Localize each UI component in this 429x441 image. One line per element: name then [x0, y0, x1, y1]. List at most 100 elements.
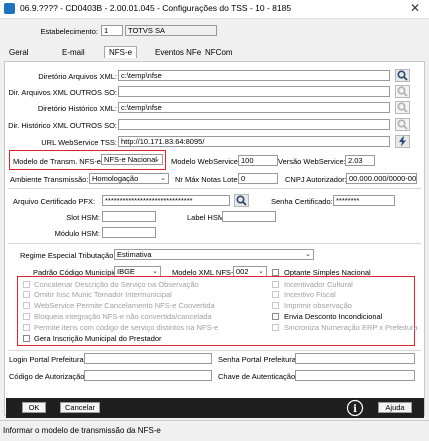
option-label: WebService Permite Cancelamento NFS-e Co… [34, 301, 215, 310]
versao-ws-label: Versão WebService: [278, 157, 346, 166]
senha-cert-label: Senha Certificado: [271, 197, 333, 206]
senha-portal-field[interactable] [295, 353, 415, 364]
pfx-label: Arquivo Certificado PFX: [13, 197, 96, 206]
option-checkbox[interactable] [23, 335, 30, 342]
regime-value: Estimativa [117, 250, 152, 259]
option-checkbox[interactable] [23, 302, 30, 309]
search-icon [395, 118, 410, 131]
padrao-value: IBGE [117, 267, 135, 276]
dir-hist-label: Diretório Histórico XML: [37, 104, 117, 113]
ambiente-label: Ambiente Transmissão: [10, 175, 89, 184]
tab-eventos-nfe[interactable]: Eventos NFe [155, 48, 201, 57]
search-icon[interactable] [395, 69, 410, 82]
chevron-down-icon: ⌄ [154, 156, 160, 163]
dir-xml-field[interactable]: c:\temp\nfse [118, 70, 390, 81]
regime-select[interactable]: Estimativa ⌄ [114, 249, 314, 260]
pfx-field[interactable]: ****************************** [102, 195, 230, 206]
senha-portal-label: Senha Portal Prefeitura: [218, 355, 299, 364]
tab-nfse[interactable]: NFS-e [104, 46, 138, 58]
dir-outros-label: Dir. Arquivos XML OUTROS SO: [8, 88, 118, 97]
svg-text:i: i [353, 404, 357, 415]
cod-aut-field[interactable] [84, 370, 212, 381]
senha-cert-field[interactable]: ******** [333, 195, 395, 206]
tab-nfcom[interactable]: NFCom [205, 48, 233, 57]
chave-aut-label: Chave de Autenticação: [218, 372, 298, 381]
chave-aut-field[interactable] [295, 370, 415, 381]
cancel-button[interactable]: Cancelar [60, 402, 100, 413]
option-label: Bloqueia integração NFS-e não convertida… [34, 312, 212, 321]
divider [8, 243, 421, 244]
divider [8, 350, 421, 351]
login-portal-field[interactable] [84, 353, 212, 364]
label-hsm-field[interactable] [222, 211, 276, 222]
estab-code-field[interactable]: 1 [101, 25, 123, 36]
option-checkbox[interactable] [272, 281, 279, 288]
modelo-ws-label: Modelo WebService: [171, 157, 241, 166]
option-checkbox[interactable] [272, 302, 279, 309]
versao-ws-field[interactable]: 2.03 [345, 155, 375, 166]
info-icon[interactable]: i [345, 399, 365, 417]
label-hsm-label: Label HSM: [187, 213, 227, 222]
option-label: Permite itens com código de serviço dist… [34, 323, 219, 332]
slot-hsm-label: Slot HSM: [66, 213, 100, 222]
estab-label: Estabelecimento: [40, 27, 98, 36]
close-icon[interactable]: ✕ [410, 1, 420, 15]
modelo-transm-label: Modelo de Transm. NFS-e: [13, 157, 104, 166]
tab-geral[interactable]: Geral [9, 48, 29, 57]
tab-bar: Geral E-mail NFS-e Eventos NFe NFCom [0, 46, 429, 62]
dir-hist-field[interactable]: c:\temp\nfse [118, 102, 390, 113]
option-label: Imprimir observação [284, 301, 352, 310]
ok-button[interactable]: OK [22, 402, 46, 413]
dir-xml-label: Diretório Arquivos XML: [38, 72, 117, 81]
chevron-down-icon: ⌄ [305, 251, 311, 258]
login-portal-label: Login Portal Prefeitura: [9, 355, 86, 364]
option-label: Sincroniza Numeração ERP x Prefeitura [284, 323, 418, 332]
option-checkbox[interactable] [23, 324, 30, 331]
modelo-transm-value: NFS-e Nacional [104, 155, 157, 164]
dir-hist-outros-field[interactable] [118, 119, 390, 130]
search-icon [395, 101, 410, 114]
modulo-hsm-label: Módulo HSM: [54, 229, 100, 238]
option-checkbox[interactable] [23, 281, 30, 288]
status-text: Informar o modelo de transmissão da NFS-… [3, 426, 161, 435]
cnpj-label: CNPJ Autorizador: [285, 175, 347, 184]
dir-outros-field[interactable] [118, 86, 390, 97]
help-button[interactable]: Ajuda [378, 402, 412, 413]
max-notas-label: Nr Máx Notas Lote: [175, 175, 240, 184]
tab-email[interactable]: E-mail [62, 48, 85, 57]
option-checkbox[interactable] [272, 313, 279, 320]
chevron-down-icon: ⌄ [160, 175, 166, 182]
option-label: Concatenar Descrição do Serviço na Obser… [34, 280, 199, 289]
modelo-transm-select[interactable]: NFS-e Nacional ⌄ [101, 154, 163, 165]
dir-hist-outros-label: Dir. Histórico XML OUTROS SO: [8, 121, 117, 130]
lightning-icon[interactable] [395, 135, 410, 148]
option-label: Envia Desconto Incondicional [284, 312, 383, 321]
divider [8, 188, 421, 189]
estab-name-field: TOTVS SA [125, 25, 217, 36]
cnpj-field[interactable]: 00.000.000/0000-00 [346, 173, 417, 184]
option-label: Incentivo Fiscal [284, 290, 336, 299]
max-notas-field[interactable]: 0 [238, 173, 278, 184]
app-icon [4, 3, 15, 14]
modulo-hsm-field[interactable] [102, 227, 156, 238]
url-ws-label: URL WebService TSS: [41, 138, 117, 147]
option-checkbox[interactable] [272, 291, 279, 298]
regime-label: Regime Especial Tributação: [20, 251, 116, 260]
option-checkbox[interactable] [272, 324, 279, 331]
ambiente-select[interactable]: Homologação ⌄ [89, 173, 169, 184]
optante-checkbox[interactable] [272, 269, 279, 276]
option-checkbox[interactable] [23, 313, 30, 320]
option-checkbox[interactable] [23, 291, 30, 298]
search-icon[interactable] [234, 194, 249, 207]
ambiente-value: Homologação [92, 174, 139, 183]
slot-hsm-field[interactable] [102, 211, 156, 222]
status-bar: Informar o modelo de transmissão da NFS-… [0, 420, 429, 441]
modelo-ws-field[interactable]: 100 [238, 155, 278, 166]
window-title: 06.9.???? - CD0403B - 2.00.01.045 - Conf… [20, 3, 292, 13]
cod-aut-label: Código de Autorização: [9, 372, 87, 381]
modelo-xml-value: 002 [236, 267, 249, 276]
title-bar: 06.9.???? - CD0403B - 2.00.01.045 - Conf… [0, 0, 429, 19]
option-label: Incentivador Cultural [284, 280, 353, 289]
option-label: Gera Inscrição Municipal do Prestador [34, 334, 162, 343]
url-ws-field[interactable]: http://10.171.83.64:8095/ [118, 136, 390, 147]
